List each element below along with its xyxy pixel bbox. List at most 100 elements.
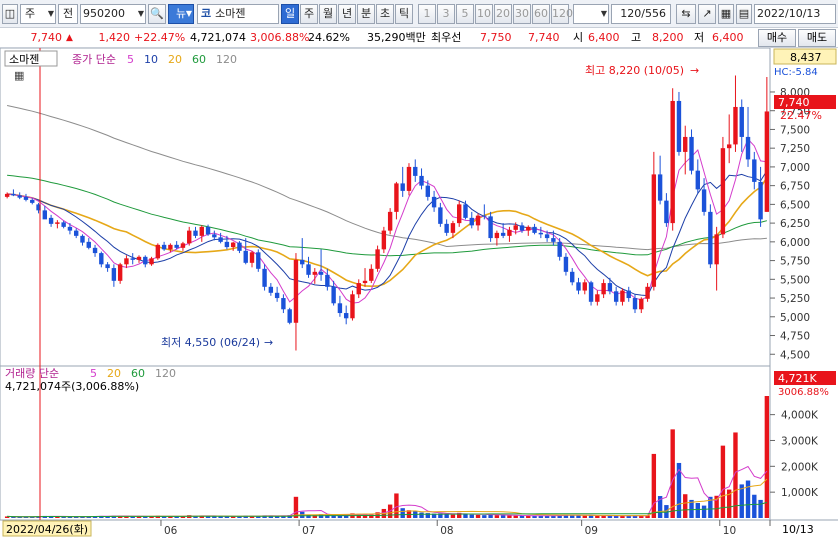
interval-tab-5[interactable]: 20: [494, 4, 512, 24]
candle-body: [199, 226, 204, 236]
buy-button[interactable]: 매수: [758, 29, 796, 47]
period-tab-7[interactable]: 틱: [395, 4, 413, 24]
candle-body: [494, 232, 500, 239]
candle-body: [444, 223, 449, 233]
ask-price: 7,750: [480, 31, 512, 44]
candle-body: [544, 234, 550, 239]
candle-body: [538, 232, 544, 235]
candle-body: [249, 252, 255, 263]
candle-body: [475, 215, 481, 226]
draw-tool-icon[interactable]: ↗: [698, 4, 716, 24]
period-tab-3[interactable]: 월: [319, 4, 337, 24]
market-select[interactable]: 주 ▼: [20, 4, 56, 24]
volume-bar: [469, 514, 474, 518]
open-label: 시: [573, 31, 584, 44]
candle-body: [387, 211, 393, 231]
period-tab-6[interactable]: 초: [376, 4, 394, 24]
max-annotation: 최고 8,220 (10/05): [585, 64, 684, 77]
candle-body: [526, 226, 531, 231]
period-tab-2[interactable]: 주: [300, 4, 318, 24]
news-button[interactable]: 뉴 ▼: [168, 4, 194, 24]
chevron-down-icon: ▼: [47, 9, 54, 18]
candle-body: [469, 217, 474, 226]
stock-code-input[interactable]: 950200 ▼: [80, 4, 146, 24]
candle-body: [595, 294, 600, 302]
legend-120: 120: [155, 367, 176, 380]
period-tab-1[interactable]: 일: [281, 4, 299, 24]
candle-body: [193, 230, 198, 236]
volume-bar: [482, 515, 487, 518]
candle-body: [287, 309, 292, 323]
candle-body: [168, 244, 173, 250]
candle-body: [117, 264, 123, 281]
volume-percent: 3,006.88%: [250, 31, 310, 44]
interval-tab-1[interactable]: 1: [418, 4, 436, 24]
interval-tab-8[interactable]: 120: [551, 4, 573, 24]
stock-name-field[interactable]: 코 소마젠: [197, 4, 279, 24]
volume-bar: [494, 515, 500, 518]
chevron-down-icon: ▼: [185, 9, 192, 18]
change-percent: +22.47%: [134, 31, 186, 44]
volume-bar: [450, 514, 456, 518]
candle-body: [80, 235, 85, 243]
candle-body: [306, 264, 311, 275]
volume-bar: [500, 515, 506, 518]
candle-body: [758, 181, 763, 220]
price-tick-label: 6,500: [780, 199, 810, 211]
candle-body: [17, 195, 22, 198]
volume-tick-label: 3,000K: [781, 435, 819, 447]
candle-body: [708, 211, 713, 265]
candle-body: [124, 258, 129, 265]
menu-icon[interactable]: ◫: [2, 4, 18, 24]
interval-tab-7[interactable]: 60: [532, 4, 550, 24]
grid-icon[interactable]: ▦: [14, 69, 24, 82]
save-icon[interactable]: ▦: [718, 4, 734, 24]
interval-dropdown[interactable]: ▼: [573, 4, 609, 24]
interval-tab-3[interactable]: 5: [456, 4, 474, 24]
search-icon[interactable]: 🔍: [148, 4, 166, 24]
interval-tab-6[interactable]: 30: [513, 4, 531, 24]
volume-bar: [513, 515, 518, 518]
candle-body: [136, 256, 142, 260]
interval-tab-4[interactable]: 10: [475, 4, 493, 24]
candle-body: [413, 166, 418, 176]
candle-body: [632, 298, 638, 310]
count-input[interactable]: 120/556: [611, 4, 671, 24]
settings-icon[interactable]: ▤: [736, 4, 752, 24]
candle-body: [92, 247, 98, 254]
volume-bar: [526, 515, 531, 518]
candle-body: [312, 271, 317, 275]
stock-tag: 소마젠: [9, 53, 39, 66]
current-pct-label: 22.47%: [780, 109, 822, 122]
min-arrow-icon: →: [264, 336, 273, 349]
candle-body: [488, 216, 493, 239]
up-arrow-icon: ▲: [66, 33, 73, 43]
candle-body: [463, 204, 468, 218]
volume-bar: [400, 508, 405, 518]
type-select[interactable]: 전: [58, 4, 78, 24]
low-label: 저: [694, 31, 705, 44]
candle-body: [613, 291, 619, 302]
interval-tab-2[interactable]: 3: [437, 4, 455, 24]
candle-body: [30, 199, 35, 203]
period-tab-4[interactable]: 년: [338, 4, 356, 24]
candle-body: [224, 241, 230, 248]
candle-body: [23, 196, 29, 200]
candle-body: [74, 230, 79, 236]
sell-button[interactable]: 매도: [798, 29, 836, 47]
candle-body: [701, 189, 707, 212]
candle-body: [607, 283, 613, 292]
period-tab-5[interactable]: 분: [357, 4, 375, 24]
volume-tick-label: 4,000K: [781, 410, 819, 422]
compare-icon[interactable]: ⇆: [676, 4, 696, 24]
date-field[interactable]: 2022/10/13: [754, 4, 836, 24]
candle-body: [293, 259, 299, 323]
stock-chart[interactable]: 8,0007,7507,5007,2507,0006,7506,5006,250…: [0, 48, 838, 539]
candle-body: [281, 298, 286, 310]
toolbar: ◫ 주 ▼ 전 950200 ▼ 🔍 뉴 ▼ 코 소마젠 일주월년분초틱 1 3 5 10 20…: [0, 0, 838, 28]
legend-20: 20: [107, 367, 121, 380]
candle-body: [55, 222, 60, 224]
legend-5: 5: [127, 53, 134, 66]
candle-body: [256, 252, 261, 269]
candle-body: [532, 226, 537, 233]
